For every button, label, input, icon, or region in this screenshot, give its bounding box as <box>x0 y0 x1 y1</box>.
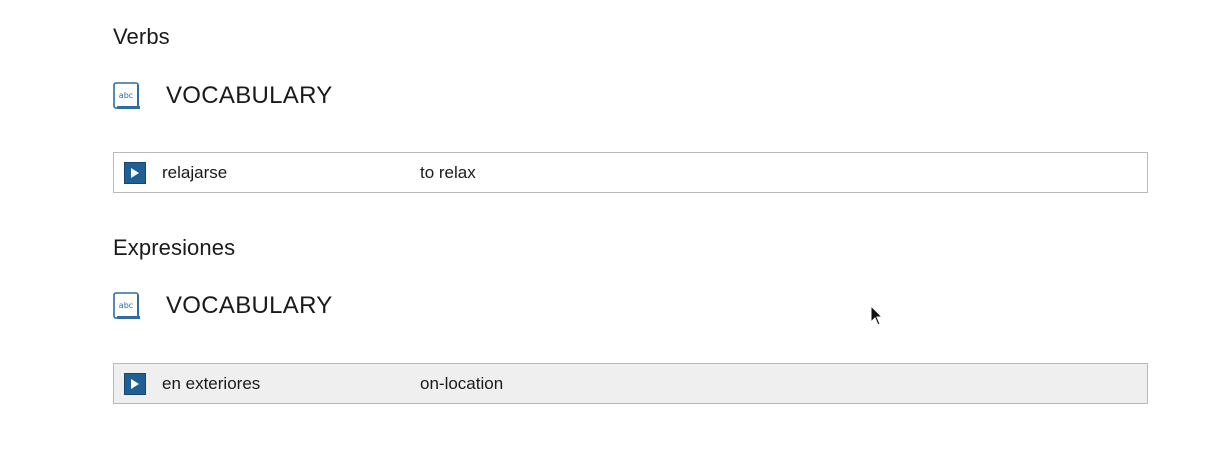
vocab-row: en exteriores on-location <box>113 363 1148 404</box>
play-audio-button[interactable] <box>124 372 146 395</box>
vocab-term: en exteriores <box>162 373 261 393</box>
vocab-translation: on-location <box>420 373 504 393</box>
abc-book-icon: abc <box>113 82 141 110</box>
play-icon <box>131 167 139 178</box>
vocab-translation: to relax <box>420 162 476 182</box>
section-heading-expresiones: Expresiones <box>113 235 236 260</box>
svg-text:abc: abc <box>119 91 133 100</box>
play-audio-button[interactable] <box>124 161 146 184</box>
mouse-cursor-icon <box>870 305 884 326</box>
vocab-header-expresiones: abc VOCABULARY <box>113 290 333 322</box>
svg-text:abc: abc <box>119 301 133 310</box>
vocab-title: VOCABULARY <box>166 292 333 319</box>
section-heading-verbs: Verbs <box>113 24 170 49</box>
vocab-row: relajarse to relax <box>113 152 1148 193</box>
vocab-term: relajarse <box>162 162 228 182</box>
abc-book-icon: abc <box>113 292 141 320</box>
vocab-header-verbs: abc VOCABULARY <box>113 80 333 112</box>
play-icon <box>131 378 139 389</box>
vocab-title: VOCABULARY <box>166 82 333 109</box>
